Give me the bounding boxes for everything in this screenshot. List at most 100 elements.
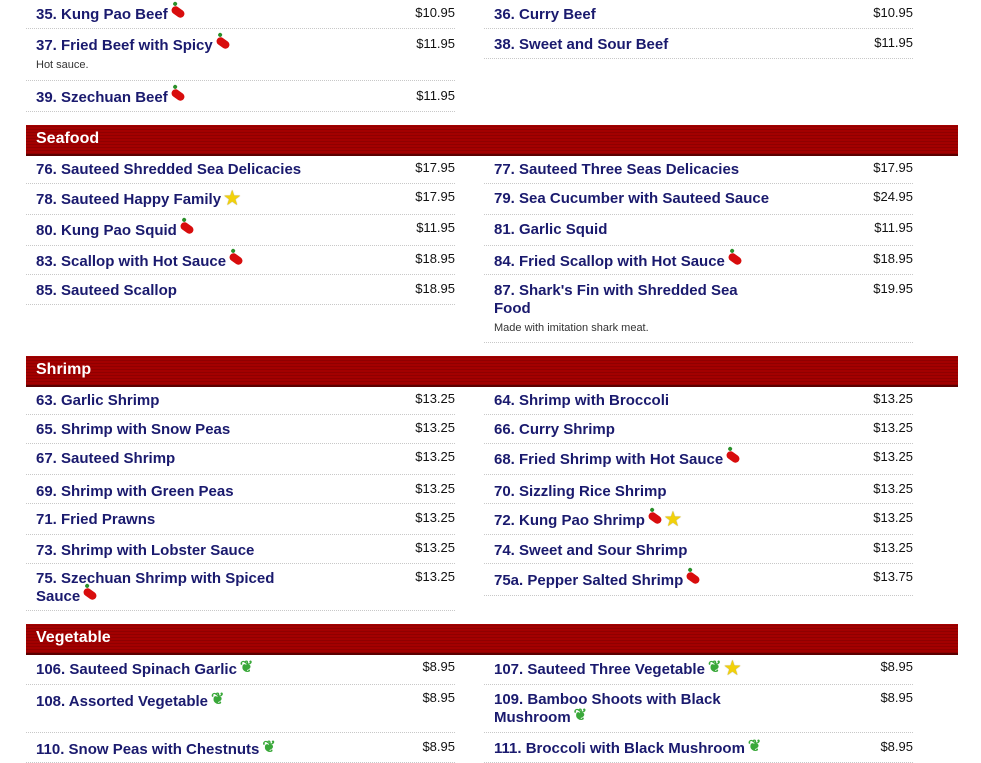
menu-item[interactable]: 67. Sauteed Shrimp $13.25	[26, 444, 455, 475]
menu-item-name: 106. Sauteed Spinach Garlic ❦	[36, 659, 254, 678]
menu-item-name: 110. Snow Peas with Chestnuts ❦	[36, 739, 276, 758]
menu-item-name: 64. Shrimp with Broccoli	[494, 392, 670, 409]
menu-item[interactable]: 68. Fried Shrimp with Hot Sauce $13.25	[484, 444, 913, 475]
menu-item[interactable]: 71. Fried Prawns $13.25	[26, 504, 455, 535]
menu-item[interactable]: 37. Fried Beef with Spicy Hot sauce. $11.…	[26, 29, 455, 81]
menu-item[interactable]: 107. Sauteed Three Vegetable ❦ ★ $8.95	[484, 654, 913, 685]
menu-item[interactable]: 74. Sweet and Sour Shrimp $13.25	[484, 535, 913, 564]
menu-item[interactable]: 70. Sizzling Rice Shrimp $13.25	[484, 475, 913, 504]
menu-item[interactable]: 39. Szechuan Beef $11.95	[26, 81, 455, 112]
menu-item[interactable]: 78. Sauteed Happy Family ★ $17.95	[26, 184, 455, 215]
menu-item-name: 109. Bamboo Shoots with Black Mushroom ❦	[494, 691, 721, 726]
menu-item[interactable]: 80. Kung Pao Squid $11.95	[26, 215, 455, 246]
menu-item-price: $13.25	[873, 510, 913, 525]
menu-item[interactable]: 38. Sweet and Sour Beef $11.95	[484, 29, 913, 59]
menu-item-price: $18.95	[873, 251, 913, 266]
menu-item-price: $8.95	[880, 690, 913, 705]
menu-item-price: $18.95	[415, 251, 455, 266]
menu-item-name: 87. Shark's Fin with Shredded Sea Food Ma…	[494, 282, 754, 335]
menu-item-name: 107. Sauteed Three Vegetable ❦ ★	[494, 658, 741, 679]
chef-special-star-icon: ★	[224, 188, 241, 209]
menu-item-price: $13.25	[415, 569, 455, 584]
vegetarian-leaf-icon: ❦	[239, 659, 254, 677]
menu-item[interactable]: 110. Snow Peas with Chestnuts ❦ $8.95	[26, 733, 455, 763]
menu-item-price: $17.95	[415, 160, 455, 175]
hot-pepper-icon	[646, 510, 663, 526]
menu-item-price: $13.25	[415, 391, 455, 406]
menu-item-name: 66. Curry Shrimp	[494, 421, 615, 438]
menu-item[interactable]: 84. Fried Scallop with Hot Sauce $18.95	[484, 246, 913, 275]
menu-item-price: $11.95	[416, 36, 455, 51]
menu-item[interactable]: 111. Broccoli with Black Mushroom ❦ $8.95	[484, 733, 913, 763]
menu-item-name: 37. Fried Beef with Spicy Hot sauce.	[36, 35, 356, 72]
menu-item[interactable]: 35. Kung Pao Beef $10.95	[26, 0, 455, 29]
menu-item-price: $13.25	[873, 481, 913, 496]
menu-item[interactable]: 109. Bamboo Shoots with Black Mushroom ❦ $…	[484, 685, 913, 733]
menu-item[interactable]: 77. Sauteed Three Seas Delicacies $17.95	[484, 155, 913, 184]
menu-item-price: $8.95	[422, 659, 455, 674]
menu-item-price: $11.95	[416, 220, 455, 235]
menu-item-name: 63. Garlic Shrimp	[36, 392, 160, 409]
menu-item-name: 74. Sweet and Sour Shrimp	[494, 542, 688, 559]
menu-item-price: $13.25	[415, 420, 455, 435]
menu-item[interactable]: 106. Sauteed Spinach Garlic ❦ $8.95	[26, 654, 455, 685]
menu-item[interactable]: 81. Garlic Squid $11.95	[484, 215, 913, 246]
menu-item-price: $13.25	[873, 540, 913, 555]
section-title: Seafood	[36, 130, 100, 147]
menu-item[interactable]: 75. Szechuan Shrimp with Spiced Sauce $13…	[26, 564, 455, 611]
hot-pepper-icon	[169, 4, 186, 20]
menu-item[interactable]: 85. Sauteed Scallop $18.95	[26, 275, 455, 305]
section-title: Shrimp	[36, 361, 92, 378]
menu-item-price: $8.95	[422, 690, 455, 705]
menu-item-price: $17.95	[873, 160, 913, 175]
menu-item-name: 71. Fried Prawns	[36, 511, 156, 528]
menu-item-name: 73. Shrimp with Lobster Sauce	[36, 542, 255, 559]
menu-item-name: 80. Kung Pao Squid	[36, 220, 356, 240]
menu-item-name: 38. Sweet and Sour Beef	[494, 36, 669, 53]
menu-item-name: 35. Kung Pao Beef	[36, 4, 356, 24]
menu-item-price: $8.95	[880, 659, 913, 674]
menu-item-name: 69. Shrimp with Green Peas	[36, 483, 234, 500]
menu-item-name: 68. Fried Shrimp with Hot Sauce	[494, 449, 814, 469]
chef-special-star-icon: ★	[664, 509, 681, 530]
menu-item-price: $13.25	[873, 449, 913, 464]
menu-item-name: 81. Garlic Squid	[494, 221, 608, 238]
menu-item-description: Made with imitation shark meat.	[494, 322, 649, 334]
menu-item-name: 65. Shrimp with Snow Peas	[36, 421, 231, 438]
hot-pepper-icon	[725, 449, 742, 465]
section-header-shrimp: Shrimp	[26, 356, 958, 387]
menu-item[interactable]: 65. Shrimp with Snow Peas $13.25	[26, 415, 455, 444]
menu-item[interactable]: 66. Curry Shrimp $13.25	[484, 415, 913, 444]
menu-item-name: 76. Sauteed Shredded Sea Delicacies	[36, 161, 302, 178]
menu-item-name: 79. Sea Cucumber with Sauteed Sauce	[494, 190, 770, 207]
hot-pepper-icon	[82, 586, 99, 602]
menu-item-name: 111. Broccoli with Black Mushroom ❦	[494, 738, 762, 757]
menu-item[interactable]: 73. Shrimp with Lobster Sauce $13.25	[26, 535, 455, 564]
menu-item[interactable]: 64. Shrimp with Broccoli $13.25	[484, 386, 913, 415]
menu-item-price: $13.25	[415, 481, 455, 496]
menu-item[interactable]: 36. Curry Beef $10.95	[484, 0, 913, 29]
menu-item[interactable]: 72. Kung Pao Shrimp ★ $13.25	[484, 504, 913, 535]
menu-item-price: $10.95	[873, 5, 913, 20]
menu-item[interactable]: 87. Shark's Fin with Shredded Sea Food Ma…	[484, 275, 913, 343]
hot-pepper-icon	[178, 220, 195, 236]
menu-item-name: 77. Sauteed Three Seas Delicacies	[494, 161, 740, 178]
menu-item-price: $19.95	[873, 281, 913, 296]
vegetarian-leaf-icon: ❦	[573, 707, 588, 725]
menu-item-name: 70. Sizzling Rice Shrimp	[494, 483, 667, 500]
menu-item-name: 72. Kung Pao Shrimp ★	[494, 509, 681, 530]
hot-pepper-icon	[685, 570, 702, 586]
menu-item-name: 83. Scallop with Hot Sauce	[36, 251, 356, 271]
menu-item-name: 108. Assorted Vegetable ❦	[36, 691, 225, 710]
menu-item[interactable]: 83. Scallop with Hot Sauce $18.95	[26, 246, 455, 275]
menu-item[interactable]: 76. Sauteed Shredded Sea Delicacies $17.…	[26, 155, 455, 184]
menu-item[interactable]: 69. Shrimp with Green Peas $13.25	[26, 475, 455, 504]
menu-item[interactable]: 108. Assorted Vegetable ❦ $8.95	[26, 685, 455, 733]
menu-item-name: 67. Sauteed Shrimp	[36, 450, 176, 467]
menu-item-price: $10.95	[415, 5, 455, 20]
menu-item[interactable]: 79. Sea Cucumber with Sauteed Sauce $24.…	[484, 184, 913, 215]
menu-item[interactable]: 63. Garlic Shrimp $13.25	[26, 386, 455, 415]
menu-item-price: $13.25	[873, 420, 913, 435]
menu-item-price: $13.25	[415, 510, 455, 525]
menu-item[interactable]: 75a. Pepper Salted Shrimp $13.75	[484, 564, 913, 596]
